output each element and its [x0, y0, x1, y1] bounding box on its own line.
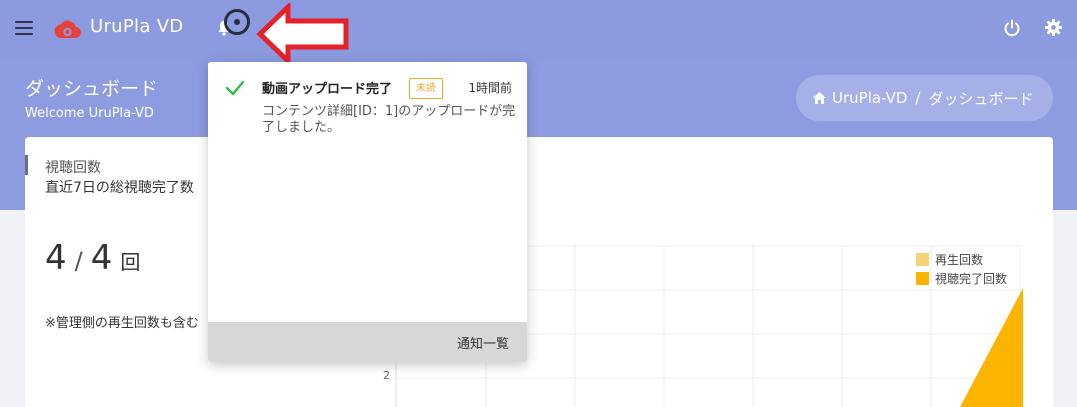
cloud-logo-icon[interactable]: [52, 15, 82, 45]
notification-dropdown: 動画アップロード完了 未読 1時間前 コンテンツ詳細[ID：1]のアップロードが…: [208, 62, 527, 362]
legend-swatch-completed: [916, 272, 929, 285]
gear-icon[interactable]: [1044, 18, 1063, 37]
check-icon: [225, 80, 245, 96]
stat-note: ※管理側の再生回数も含む: [45, 316, 199, 331]
y-tick-label: 2: [383, 369, 390, 382]
stat-unit: 回: [120, 250, 141, 274]
breadcrumb-home-link[interactable]: UruPla-VD: [832, 89, 907, 107]
notification-title[interactable]: 動画アップロード完了: [262, 78, 392, 97]
legend-swatch-plays: [916, 253, 929, 266]
menu-icon[interactable]: [15, 21, 33, 37]
stat-slash: /: [74, 247, 83, 275]
brand-name[interactable]: UruPla VD: [90, 16, 183, 37]
power-icon[interactable]: [1003, 19, 1021, 37]
notification-body[interactable]: コンテンツ詳細[ID：1]のアップロードが完了しました。: [262, 104, 517, 136]
stat-accent-bar: [25, 155, 28, 175]
page-subtitle: Welcome UruPla-VD: [25, 106, 154, 121]
legend-item-completed[interactable]: 視聴完了回数: [916, 269, 1007, 288]
unread-badge: 未読: [409, 78, 443, 99]
legend-item-plays[interactable]: 再生回数: [916, 250, 1007, 269]
stat-total-count: 4: [90, 238, 113, 278]
breadcrumb: UruPla-VD / ダッシュボード: [796, 75, 1053, 121]
notification-time: 1時間前: [468, 81, 512, 95]
stat-value: 4 / 4 回: [45, 238, 140, 278]
stat-completed-count: 4: [45, 238, 67, 278]
left-arrow-annotation-icon: [256, 3, 349, 65]
legend-label-plays: 再生回数: [935, 253, 984, 267]
breadcrumb-current: ダッシュボード: [928, 89, 1034, 108]
legend-label-completed: 視聴完了回数: [935, 272, 1008, 286]
breadcrumb-separator: /: [915, 89, 921, 107]
stat-label: 視聴回数: [45, 160, 101, 176]
page-title: ダッシュボード: [25, 78, 159, 100]
notification-list-link[interactable]: 通知一覧: [208, 322, 527, 362]
chart-legend: 再生回数 視聴完了回数: [916, 250, 1007, 288]
cursor-indicator-icon: [224, 9, 250, 35]
series-completed-area: [960, 288, 1023, 407]
stat-description: 直近7日の総視聴完了数: [45, 180, 194, 196]
home-icon[interactable]: [812, 91, 827, 105]
